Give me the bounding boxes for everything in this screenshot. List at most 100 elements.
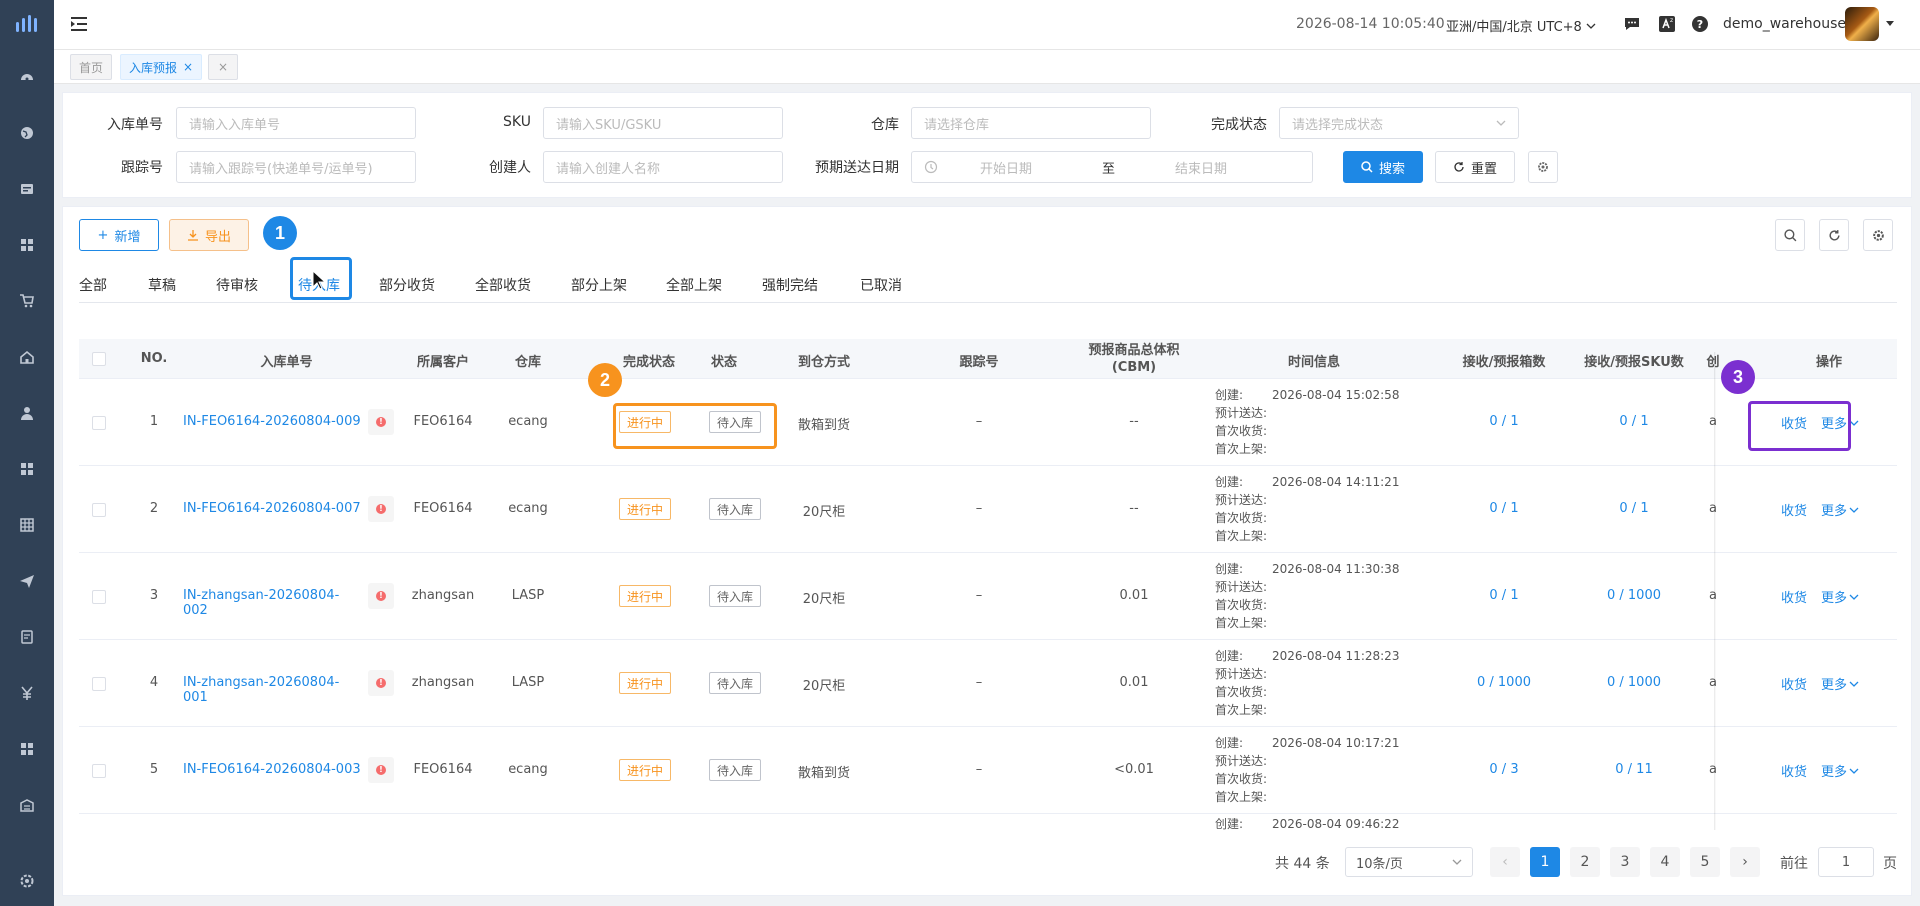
- page-4-button[interactable]: 4: [1650, 847, 1680, 877]
- more-dropdown[interactable]: 更多: [1821, 500, 1859, 519]
- receive-button[interactable]: 收货: [1781, 674, 1807, 693]
- tab-force-completed[interactable]: 强制完结: [762, 275, 818, 295]
- more-dropdown[interactable]: 更多: [1821, 674, 1859, 693]
- eta-date-range[interactable]: 开始日期 至 结束日期: [911, 151, 1313, 183]
- inbound-no-link[interactable]: IN-zhangsan-20260804-001: [183, 675, 363, 705]
- nav-dashboard-icon[interactable]: [0, 62, 54, 92]
- nav-settings-icon[interactable]: [0, 866, 54, 896]
- row-checkbox[interactable]: [92, 590, 106, 604]
- warehouse-select[interactable]: 请选择仓库: [911, 107, 1151, 139]
- nav-modules-icon[interactable]: [0, 454, 54, 484]
- col-status: 状态: [710, 355, 737, 370]
- nav-document-icon[interactable]: [0, 174, 54, 204]
- more-dropdown[interactable]: 更多: [1821, 587, 1859, 606]
- receive-button[interactable]: 收货: [1781, 761, 1807, 780]
- row-boxes[interactable]: 0 / 1: [1439, 414, 1569, 429]
- tracking-input[interactable]: 请输入跟踪号(快递单号/运单号): [176, 151, 416, 183]
- menu-toggle-icon[interactable]: [70, 15, 88, 33]
- row-checkbox[interactable]: [92, 503, 106, 517]
- page-2-button[interactable]: 2: [1570, 847, 1600, 877]
- username[interactable]: demo_warehouse: [1723, 16, 1846, 32]
- tag-home[interactable]: 首页: [70, 54, 113, 80]
- search-button[interactable]: 搜索: [1343, 151, 1423, 183]
- filter-settings-button[interactable]: [1528, 151, 1558, 183]
- next-page-button[interactable]: ›: [1730, 847, 1760, 877]
- nav-user-icon[interactable]: [0, 398, 54, 428]
- nav-grid-icon[interactable]: [0, 734, 54, 764]
- row-checkbox[interactable]: [92, 416, 106, 430]
- finish-status-select[interactable]: 请选择完成状态: [1279, 107, 1519, 139]
- row-skus[interactable]: 0 / 1: [1569, 414, 1699, 429]
- reset-button[interactable]: 重置: [1435, 151, 1515, 183]
- row-checkbox[interactable]: [92, 677, 106, 691]
- nav-send-icon[interactable]: [0, 566, 54, 596]
- table-settings-button[interactable]: [1863, 219, 1893, 251]
- start-date-input[interactable]: 开始日期: [980, 158, 1032, 177]
- row-boxes[interactable]: 0 / 1: [1439, 501, 1569, 516]
- row-checkbox[interactable]: [92, 764, 106, 778]
- row-boxes[interactable]: 0 / 1: [1439, 588, 1569, 603]
- inbound-no-link[interactable]: IN-FEO6164-20260804-003: [183, 762, 363, 777]
- end-date-input[interactable]: 结束日期: [1175, 158, 1227, 177]
- more-dropdown[interactable]: 更多: [1821, 761, 1859, 780]
- row-boxes[interactable]: 0 / 3: [1439, 762, 1569, 777]
- warning-icon[interactable]: !: [368, 409, 394, 435]
- nav-home-icon[interactable]: [0, 342, 54, 372]
- inbound-no-link[interactable]: IN-FEO6164-20260804-009: [183, 414, 363, 429]
- goto-page-input[interactable]: 1: [1818, 847, 1874, 877]
- tab-cancelled[interactable]: 已取消: [860, 275, 902, 295]
- table-refresh-button[interactable]: [1819, 219, 1849, 251]
- receive-button[interactable]: 收货: [1781, 587, 1807, 606]
- app-logo-icon[interactable]: [14, 12, 40, 34]
- tab-partial-received[interactable]: 部分收货: [379, 275, 435, 295]
- row-skus[interactable]: 0 / 1000: [1569, 675, 1699, 690]
- page-3-button[interactable]: 3: [1610, 847, 1640, 877]
- timezone-selector[interactable]: 亚洲/中国/北京 UTC+8: [1446, 16, 1596, 35]
- tab-all[interactable]: 全部: [79, 275, 107, 295]
- select-all-checkbox[interactable]: [92, 352, 106, 366]
- prev-page-button[interactable]: ‹: [1490, 847, 1520, 877]
- inbound-no-link[interactable]: IN-FEO6164-20260804-007: [183, 501, 363, 516]
- tag-inbound-forecast[interactable]: 入库预报 ×: [120, 54, 203, 80]
- tab-all-received[interactable]: 全部收货: [475, 275, 531, 295]
- avatar[interactable]: [1845, 7, 1879, 41]
- warning-icon[interactable]: !: [368, 670, 394, 696]
- warning-icon[interactable]: !: [368, 757, 394, 783]
- nav-finance-icon[interactable]: [0, 678, 54, 708]
- tab-pending-review[interactable]: 待审核: [216, 275, 258, 295]
- warning-icon[interactable]: !: [368, 583, 394, 609]
- page-size-select[interactable]: 10条/页: [1345, 847, 1473, 877]
- message-icon[interactable]: [1623, 15, 1641, 33]
- page-1-button[interactable]: 1: [1530, 847, 1560, 877]
- row-boxes[interactable]: 0 / 1000: [1439, 675, 1569, 690]
- export-button[interactable]: 导出: [169, 219, 249, 251]
- row-skus[interactable]: 0 / 11: [1569, 762, 1699, 777]
- row-skus[interactable]: 0 / 1000: [1569, 588, 1699, 603]
- tag-label: 入库预报: [129, 60, 178, 75]
- inbound-no-link[interactable]: IN-zhangsan-20260804-002: [183, 588, 363, 618]
- nav-globe-icon[interactable]: [0, 118, 54, 148]
- creator-input[interactable]: 请输入创建人名称: [543, 151, 783, 183]
- nav-cart-icon[interactable]: [0, 286, 54, 316]
- tab-all-shelved[interactable]: 全部上架: [666, 275, 722, 295]
- tab-partial-shelved[interactable]: 部分上架: [571, 275, 627, 295]
- warning-icon[interactable]: !: [368, 496, 394, 522]
- close-icon[interactable]: ×: [183, 60, 193, 74]
- nav-warehouse-icon[interactable]: [0, 790, 54, 820]
- close-all-tags-button[interactable]: ×: [208, 54, 239, 80]
- translate-icon[interactable]: z: [1658, 15, 1676, 33]
- caret-down-icon[interactable]: [1886, 21, 1894, 26]
- table-search-button[interactable]: [1775, 219, 1805, 251]
- add-button-label: 新增: [114, 229, 141, 245]
- receive-button[interactable]: 收货: [1781, 500, 1807, 519]
- page-5-button[interactable]: 5: [1690, 847, 1720, 877]
- help-icon[interactable]: ?: [1691, 15, 1709, 33]
- nav-invoice-icon[interactable]: [0, 622, 54, 652]
- nav-table-icon[interactable]: [0, 510, 54, 540]
- inbound-no-input[interactable]: 请输入入库单号: [176, 107, 416, 139]
- row-skus[interactable]: 0 / 1: [1569, 501, 1699, 516]
- sku-input[interactable]: 请输入SKU/GSKU: [543, 107, 783, 139]
- nav-apps-icon[interactable]: [0, 230, 54, 260]
- tab-draft[interactable]: 草稿: [148, 275, 176, 295]
- add-button[interactable]: + 新增: [79, 219, 159, 251]
